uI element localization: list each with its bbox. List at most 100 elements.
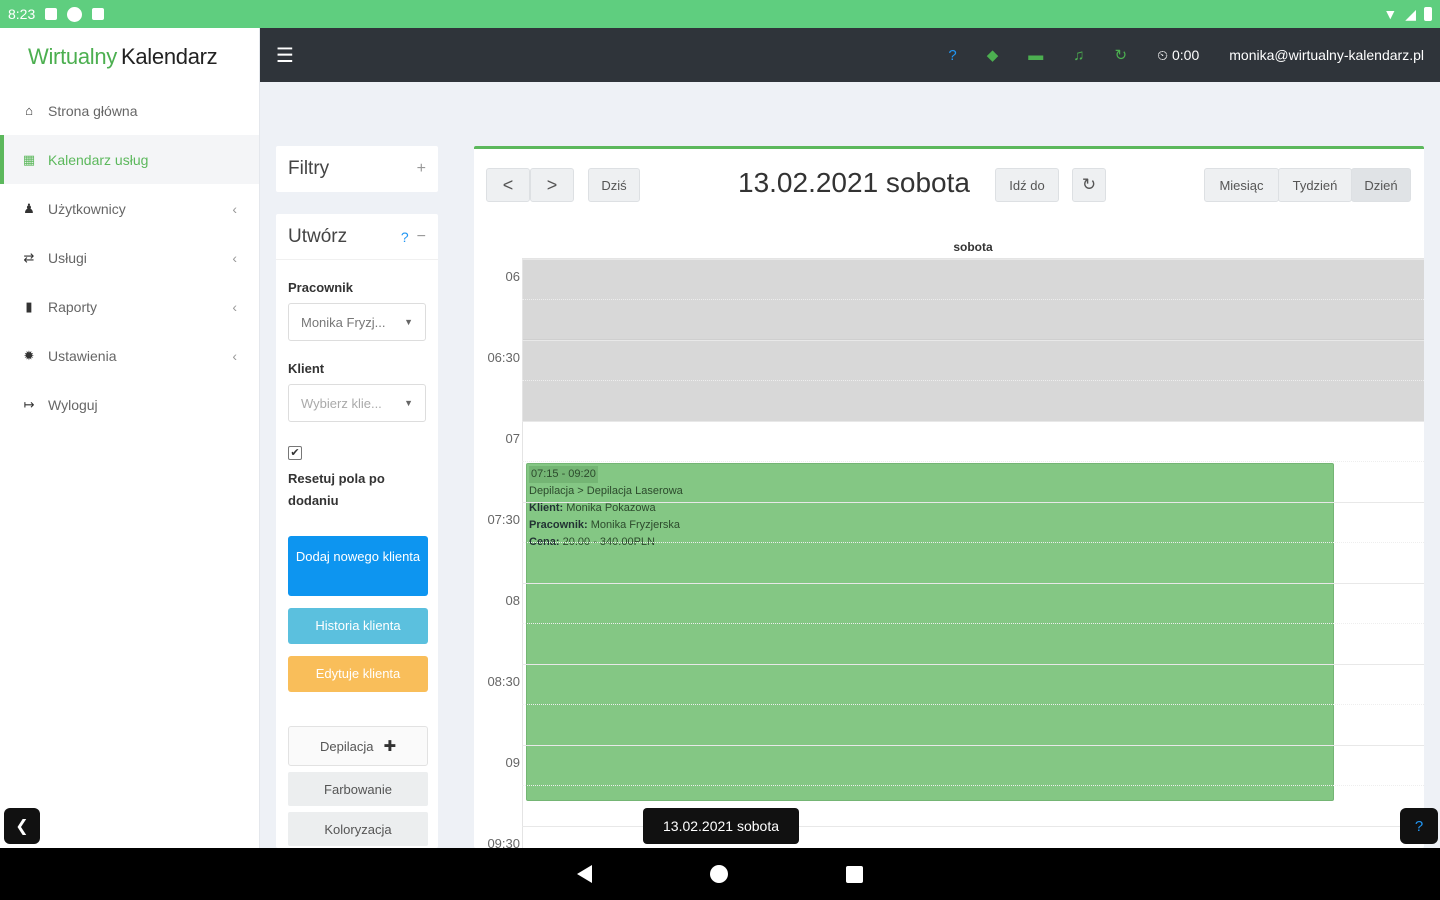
filters-title: Filtry (288, 158, 330, 179)
service-item-koloryzacja[interactable]: Koloryzacja (288, 812, 428, 846)
create-panel: Utwórz ? − Pracownik Monika Fryzj... ▼ K… (276, 214, 438, 848)
next-day-button[interactable]: > (530, 168, 574, 202)
sidebar-collapse-button[interactable]: ❮ (4, 808, 40, 844)
sidebar-item-label: Usługi (48, 249, 87, 266)
sidebar-item-label: Wyloguj (48, 396, 98, 413)
plus-icon[interactable]: ✚ (383, 737, 396, 755)
client-history-button[interactable]: Historia klienta (288, 608, 428, 644)
time-label: 09 (505, 755, 520, 770)
wifi-icon: ▼ (1383, 6, 1398, 22)
time-slot-line (522, 502, 1424, 503)
back-icon[interactable] (577, 865, 592, 883)
event-employee: Monika Fryzjerska (590, 519, 680, 531)
clock-icon: ⏲ (1157, 46, 1168, 63)
employee-label: Pracownik (288, 280, 354, 295)
reset-fields-label: Resetuj pola po dodaniu (288, 471, 385, 508)
calendar-title: 13.02.2021 sobota (738, 167, 970, 198)
recent-apps-icon[interactable] (846, 865, 863, 883)
user-email[interactable]: monika@wirtualny-kalendarz.pl (1229, 47, 1424, 63)
refresh-status-icon[interactable]: ↻ (1115, 46, 1128, 64)
sidebar-item-3[interactable]: ⇄ Usługi ‹ (0, 233, 259, 282)
service-label: Koloryzacja (324, 821, 392, 837)
status-time: 8:23 (8, 6, 36, 22)
help-float-button[interactable]: ? (1400, 808, 1438, 844)
time-label: 07:30 (487, 512, 520, 527)
chevron-left-icon: ‹ (232, 347, 237, 364)
time-slot-half-line (522, 623, 1424, 624)
event-time: 07:15 - 09:20 (529, 466, 598, 483)
sidebar-item-1[interactable]: ▦ Kalendarz usług (0, 135, 259, 184)
refresh-icon[interactable]: ↻ (1072, 168, 1106, 202)
calendar-toolbar: < > Dziś 13.02.2021 sobota Idź do ↻ Mies… (474, 149, 1424, 235)
time-slot-half-line (522, 704, 1424, 705)
time-slot-half-line (522, 461, 1424, 462)
time-slot-line (522, 583, 1424, 584)
user-icon: ♟ (23, 200, 35, 216)
sidebar: Wirtualny Kalendarz ⌂ Strona główna ▦ Kalen… (0, 28, 260, 848)
time-label: 06 (505, 269, 520, 284)
sidebar-item-0[interactable]: ⌂ Strona główna (0, 86, 259, 135)
service-item-farbowanie[interactable]: Farbowanie (288, 772, 428, 806)
time-slot-line (522, 421, 1424, 422)
sign-out-icon: ↦ (23, 396, 35, 412)
chevron-left-icon: ‹ (232, 298, 237, 315)
sidebar-nav: ⌂ Strona główna ▦ Kalendarz usług ♟ Użytkowni… (0, 86, 259, 429)
home-button-icon[interactable] (710, 865, 728, 883)
service-item-depilacja[interactable]: Depilacja ✚ (288, 726, 428, 766)
hamburger-menu-icon[interactable]: ☰ (276, 43, 294, 68)
time-slot-line (522, 259, 1424, 260)
notification-p-icon (67, 6, 83, 22)
create-title: Utwórz (288, 225, 348, 247)
goto-date-button[interactable]: Idź do (995, 168, 1059, 202)
time-label: 07 (505, 431, 520, 446)
employee-select[interactable]: Monika Fryzj... ▼ (288, 303, 426, 341)
android-nav-bar (0, 848, 1440, 900)
caret-down-icon: ▼ (404, 317, 413, 327)
sidebar-item-2[interactable]: ♟ Użytkownicy ‹ (0, 184, 259, 233)
time-label: 08:30 (487, 674, 520, 689)
money-icon[interactable]: ▬ (1028, 47, 1043, 64)
service-label: Farbowanie (324, 781, 392, 797)
client-select-placeholder: Wybierz klie... (301, 395, 382, 411)
prev-day-button[interactable]: < (486, 168, 530, 202)
battery-icon (1424, 7, 1432, 21)
signal-icon: ◢ (1405, 5, 1416, 22)
time-label: 09:30 (487, 836, 520, 848)
view-month-button[interactable]: Miesiąc (1204, 168, 1279, 202)
chevron-left-icon: ‹ (232, 249, 237, 266)
view-day-button[interactable]: Dzień (1351, 168, 1411, 202)
logo-text-part1: Wirtualny (28, 44, 117, 69)
calendar-event[interactable]: 07:15 - 09:20 Depilacja > Depilacja Lase… (526, 463, 1334, 801)
event-employee-label: Pracownik: (529, 519, 588, 531)
question-icon: ? (1414, 817, 1424, 835)
time-label: 08 (505, 593, 520, 608)
calendar-panel: < > Dziś 13.02.2021 sobota Idź do ↻ Mies… (474, 146, 1424, 848)
create-collapse-icon[interactable]: − (417, 228, 426, 246)
help-icon[interactable]: ? (948, 47, 956, 64)
timer[interactable]: ⏲ 0:00 (1157, 47, 1199, 64)
help-icon[interactable]: ? (401, 229, 409, 245)
wifi-status-icon[interactable]: ◆ (987, 46, 999, 64)
chevron-left-icon: ‹ (232, 200, 237, 217)
reset-fields-checkbox[interactable]: ✔ (288, 446, 302, 460)
bell-icon[interactable]: ♫ (1073, 47, 1084, 64)
calendar-time-grid[interactable]: 07:15 - 09:20 Depilacja > Depilacja Lase… (474, 259, 1424, 848)
timer-value: 0:00 (1172, 47, 1200, 63)
filters-panel[interactable]: Filtry + (276, 146, 438, 192)
edit-client-button[interactable]: Edytuje klienta (288, 656, 428, 692)
filters-expand-icon[interactable]: + (417, 160, 426, 178)
time-slot-half-line (522, 380, 1424, 381)
sidebar-item-5[interactable]: ✹ Ustawienia ‹ (0, 331, 259, 380)
sidebar-item-label: Strona główna (48, 102, 138, 119)
time-slot-line (522, 340, 1424, 341)
sidebar-item-6[interactable]: ↦ Wyloguj (0, 380, 259, 429)
gear-icon: ✹ (23, 347, 35, 363)
view-week-button[interactable]: Tydzień (1278, 168, 1352, 202)
app-logo[interactable]: Wirtualny Kalendarz (0, 28, 259, 86)
time-slot-half-line (522, 542, 1424, 543)
client-select[interactable]: Wybierz klie... ▼ (288, 384, 426, 422)
today-button[interactable]: Dziś (588, 168, 640, 202)
add-client-button[interactable]: Dodaj nowego klienta (288, 536, 428, 596)
sidebar-item-4[interactable]: ▮ Raporty ‹ (0, 282, 259, 331)
sidebar-item-label: Kalendarz usług (48, 151, 149, 168)
